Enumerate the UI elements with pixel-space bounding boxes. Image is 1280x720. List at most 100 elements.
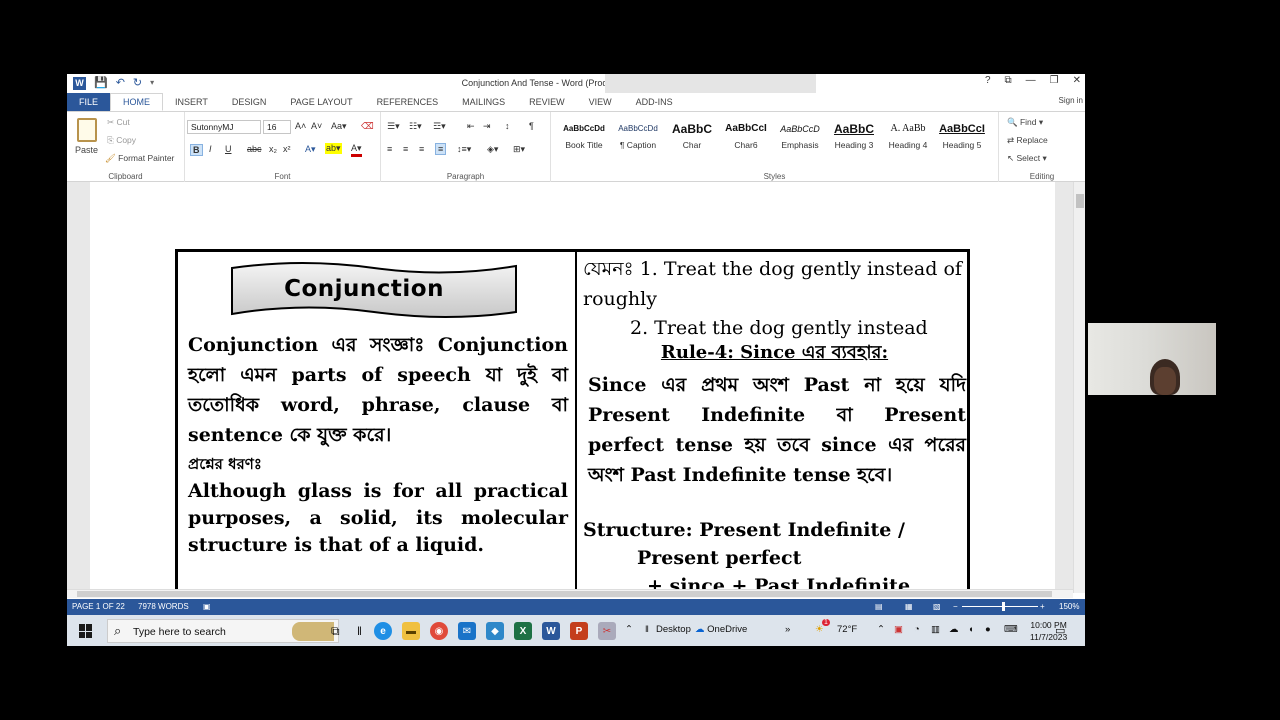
tab-review[interactable]: REVIEW [517, 93, 577, 111]
tab-add-ins[interactable]: ADD-INS [624, 93, 685, 111]
document-page[interactable]: Conjunction Conjunction এর সংজ্ঞাঃ Conju… [90, 182, 1055, 594]
horizontal-scrollbar[interactable] [67, 589, 1073, 598]
tab-references[interactable]: REFERENCES [365, 93, 451, 111]
strikethrough-button[interactable]: abc [247, 144, 262, 154]
task-view-icon[interactable]: ⧉ [331, 624, 340, 639]
change-case-icon[interactable]: Aa▾ [331, 121, 347, 132]
redo-icon[interactable]: ↻ [133, 76, 142, 90]
find-button[interactable]: 🔍 Find ▾ [1007, 117, 1043, 128]
overflow-icon[interactable]: ⌃ [625, 624, 633, 635]
zoom-out-button[interactable]: − [953, 602, 958, 611]
text-effects-icon[interactable]: A▾ [305, 144, 316, 155]
style-char[interactable]: AaBbC Char [665, 118, 719, 150]
bullets-icon[interactable]: ☰▾ [387, 121, 400, 132]
style-emphasis[interactable]: AaBbCcD Emphasis [773, 118, 827, 150]
highlight-icon[interactable]: ab▾ [325, 143, 342, 154]
style-book-title[interactable]: AaBbCcDd Book Title [557, 118, 611, 150]
taskbar-search[interactable]: ⌕ Type here to search [107, 619, 339, 643]
word-taskbar-icon[interactable]: W [542, 622, 560, 640]
desktop-toolbar[interactable]: Desktop [656, 624, 691, 635]
save-icon[interactable]: 💾 [94, 76, 108, 90]
style-heading-4[interactable]: A. AaBb Heading 4 [881, 118, 935, 150]
grow-font-icon[interactable]: A˄ [295, 121, 306, 131]
document-area[interactable]: Conjunction Conjunction এর সংজ্ঞাঃ Conju… [67, 182, 1085, 594]
powerpoint-icon[interactable]: P [570, 622, 588, 640]
zoom-in-button[interactable]: + [1040, 602, 1045, 611]
zoom-level[interactable]: 150% [1059, 602, 1079, 611]
mail-icon[interactable]: ✉ [458, 622, 476, 640]
numbering-icon[interactable]: ☷▾ [409, 121, 422, 132]
font-size-select[interactable]: 16 [263, 120, 291, 134]
style-heading-5[interactable]: AaBbCcI Heading 5 [935, 118, 989, 150]
page-count[interactable]: PAGE 1 OF 22 [72, 602, 125, 611]
show-hidden-icons-icon[interactable]: ⌃ [877, 624, 885, 635]
read-mode-icon[interactable]: ▤ [875, 602, 883, 611]
sort-icon[interactable]: ↕ [505, 121, 510, 131]
italic-button[interactable]: I [209, 144, 212, 154]
wifi-icon[interactable]: ◔ [914, 624, 920, 635]
vertical-scrollbar[interactable] [1073, 182, 1085, 593]
paste-button[interactable]: Paste [75, 145, 98, 155]
tab-insert[interactable]: INSERT [163, 93, 220, 111]
bold-button[interactable]: B [190, 144, 203, 156]
weather-temperature[interactable]: 72°F [837, 624, 857, 635]
microphone-icon[interactable]: ● [985, 624, 991, 635]
minimize-button[interactable]: — [1026, 75, 1036, 86]
style-caption[interactable]: AaBbCcDd ¶ Caption [611, 118, 665, 150]
vertical-scroll-thumb[interactable] [1076, 194, 1084, 208]
select-button[interactable]: ↖ Select ▾ [1007, 153, 1047, 164]
close-button[interactable]: ✕ [1073, 75, 1081, 86]
zoom-slider-thumb[interactable] [1002, 602, 1005, 611]
web-layout-icon[interactable]: ▧ [933, 602, 941, 611]
tab-page-layout[interactable]: PAGE LAYOUT [278, 93, 364, 111]
clear-formatting-icon[interactable]: ⌫ [361, 121, 374, 132]
shrink-font-icon[interactable]: A˅ [311, 121, 322, 131]
tab-design[interactable]: DESIGN [220, 93, 279, 111]
underline-button[interactable]: U [225, 144, 232, 154]
borders-icon[interactable]: ⊞▾ [513, 144, 525, 155]
file-explorer-icon[interactable]: ▬ [402, 622, 420, 640]
copy-button[interactable]: ⎘ Copy [107, 135, 136, 146]
onedrive-toolbar[interactable]: ☁ OneDrive [695, 624, 747, 635]
align-left-icon[interactable]: ≡ [387, 144, 392, 154]
sign-in-link[interactable]: Sign in [1059, 96, 1083, 105]
snipping-tool-icon[interactable]: ✂ [598, 622, 616, 640]
restore-button[interactable]: ❐ [1050, 75, 1059, 86]
ribbon-display-button[interactable]: ⧉ [1005, 75, 1012, 86]
notification-icon[interactable]: ▭ [1055, 624, 1065, 637]
format-painter-button[interactable]: 🖌 Format Painter [105, 153, 174, 164]
superscript-button[interactable]: x² [283, 144, 291, 154]
align-center-icon[interactable]: ≡ [403, 144, 408, 154]
excel-icon[interactable]: X [514, 622, 532, 640]
font-color-icon[interactable]: A▾ [351, 143, 362, 157]
tab-file[interactable]: FILE [67, 93, 111, 111]
paste-icon[interactable] [77, 118, 97, 142]
weather-icon[interactable]: ☀ [815, 624, 824, 635]
tab-view[interactable]: VIEW [577, 93, 624, 111]
shading-icon[interactable]: ◈▾ [487, 144, 498, 155]
decrease-indent-icon[interactable]: ⇤ [467, 121, 475, 132]
line-spacing-icon[interactable]: ↕≡▾ [457, 144, 471, 155]
onedrive-tray-icon[interactable]: ☁ [949, 624, 959, 635]
horizontal-scroll-thumb[interactable] [77, 591, 1052, 597]
volume-icon[interactable]: ◖ [968, 624, 974, 635]
align-right-icon[interactable]: ≡ [419, 144, 424, 154]
tab-mailings[interactable]: MAILINGS [450, 93, 517, 111]
style-char6[interactable]: AaBbCcI Char6 [719, 118, 773, 150]
multilevel-list-icon[interactable]: ☲▾ [433, 121, 446, 132]
increase-indent-icon[interactable]: ⇥ [483, 121, 491, 132]
word-count[interactable]: 7978 WORDS [138, 602, 189, 611]
subscript-button[interactable]: x₂ [269, 144, 277, 154]
start-button[interactable] [79, 624, 93, 638]
cut-button[interactable]: ✂ Cut [107, 117, 130, 128]
store-icon[interactable]: ◆ [486, 622, 504, 640]
replace-button[interactable]: ⇄ Replace [1007, 135, 1048, 146]
tab-home[interactable]: HOME [110, 93, 164, 111]
edge-icon[interactable]: e [374, 622, 392, 640]
print-layout-icon[interactable]: ▦ [905, 602, 913, 611]
antivirus-icon[interactable]: ▣ [894, 624, 903, 635]
chrome-icon[interactable]: ◉ [430, 622, 448, 640]
toolbar-chevron-icon[interactable]: » [785, 624, 790, 635]
undo-icon[interactable]: ↶ [116, 76, 125, 90]
justify-icon[interactable]: ≡ [435, 143, 447, 155]
